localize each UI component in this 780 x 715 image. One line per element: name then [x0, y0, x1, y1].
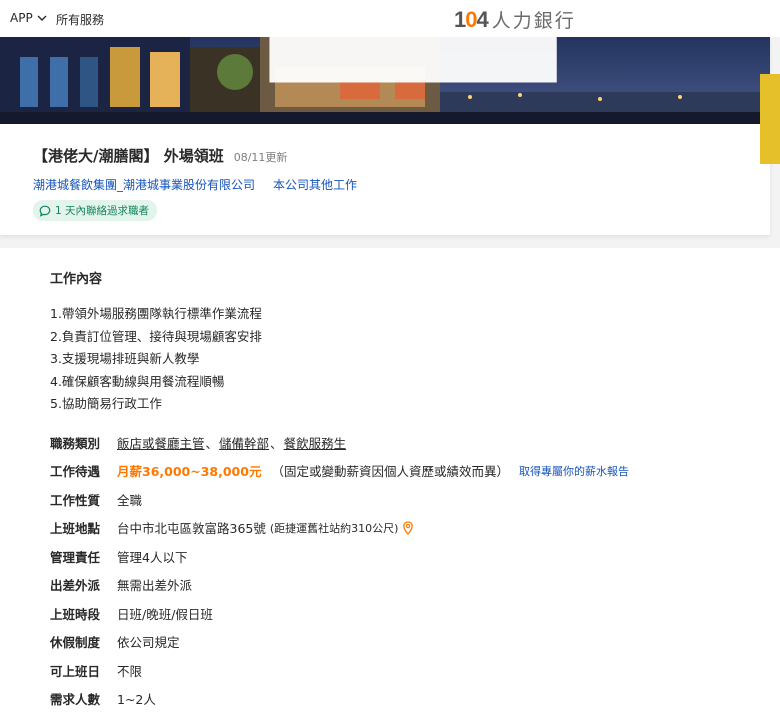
section-title: 工作內容 [50, 272, 103, 287]
chat-bubble-icon [39, 205, 51, 217]
info-row-vacation: 休假制度 依公司規定 [50, 628, 629, 657]
shift-label: 上班時段 [50, 606, 101, 622]
top-navigation-bar: APP 所有服務 104 人力銀行 [0, 0, 780, 37]
all-services-link[interactable]: 所有服務 [56, 11, 104, 28]
category-link[interactable]: 儲備幹部 [219, 433, 269, 452]
travel-value: 無需出差外派 [117, 578, 193, 594]
update-date: 08/11更新 [233, 151, 288, 164]
contact-badge-text: 1 天內聯絡過求職者 [55, 205, 150, 217]
logo-text: 人力銀行 [491, 10, 576, 32]
start-date-label: 可上班日 [50, 663, 101, 679]
info-row-headcount: 需求人數 1~2人 [50, 685, 629, 714]
category-separator: 、 [205, 435, 219, 451]
info-row-salary: 工作待遇 月薪36,000~38,000元 （固定或變動薪資因個人資歷或績效而異… [50, 457, 629, 486]
category-separator: 、 [270, 435, 283, 451]
job-description-list: 1.帶領外場服務團隊執行標準作業流程 2.負責訂位管理、接待與現場顧客安排 3.… [50, 303, 262, 416]
description-item: 4.確保顧客動線與用餐流程順暢 [50, 373, 225, 389]
description-item: 5.協助簡易行政工作 [50, 396, 162, 411]
info-row-job-type: 工作性質 全職 [50, 485, 629, 514]
map-pin-icon[interactable] [402, 521, 414, 535]
info-row-start-date: 可上班日 不限 [50, 656, 629, 685]
category-link[interactable]: 飯店或餐廳主管 [117, 433, 205, 452]
location-note: (距捷運舊社站約310公尺) [269, 521, 399, 535]
travel-label: 出差外派 [50, 578, 101, 594]
site-logo[interactable]: 104 人力銀行 [454, 6, 576, 33]
job-header-card: ▆█▇▆█▇ 【港佬大/潮膳閣】 外場領班 08/11更新 潮港城餐飲集團_潮港… [0, 37, 780, 235]
job-content-card: 工作內容 1.帶領外場服務團隊執行標準作業流程 2.負責訂位管理、接待與現場顧客… [0, 248, 780, 715]
salary-label: 工作待遇 [50, 464, 101, 480]
category-label: 職務類別 [50, 435, 101, 451]
svg-text:▆█▇▆█▇: ▆█▇▆█▇ [269, 37, 557, 83]
headcount-label: 需求人數 [50, 692, 101, 708]
info-row-location: 上班地點 台中市北屯區敦富路365號 (距捷運舊社站約310公尺) [50, 514, 629, 543]
info-row-travel: 出差外派 無需出差外派 [50, 571, 629, 600]
salary-report-link[interactable]: 取得專屬你的薪水報告 [519, 463, 629, 479]
headcount-value: 1~2人 [117, 692, 156, 708]
description-item: 2.負責訂位管理、接待與現場顧客安排 [50, 328, 262, 344]
management-value: 管理4人以下 [117, 549, 188, 565]
app-menu[interactable]: APP [10, 11, 47, 25]
category-value: 飯店或餐廳主管 、 儲備幹部 、 餐飲服務生 [117, 433, 346, 452]
other-jobs-link[interactable]: 本公司其他工作 [273, 176, 357, 193]
info-row-category: 職務類別 飯店或餐廳主管 、 儲備幹部 、 餐飲服務生 [50, 428, 629, 457]
logo-number: 104 [454, 6, 489, 32]
job-info-table: 職務類別 飯店或餐廳主管 、 儲備幹部 、 餐飲服務生 工作待遇 月薪36,00… [50, 428, 629, 713]
vacation-label: 休假制度 [50, 635, 101, 651]
salary-value: 月薪36,000~38,000元 [117, 464, 262, 480]
banner-accent-strip [760, 74, 780, 164]
banner-illustration: ▆█▇▆█▇ [0, 37, 770, 124]
category-link[interactable]: 餐飲服務生 [284, 433, 347, 452]
contact-status-badge: 1 天內聯絡過求職者 [33, 200, 158, 221]
description-item: 1.帶領外場服務團隊執行標準作業流程 [50, 306, 262, 321]
info-row-management: 管理責任 管理4人以下 [50, 542, 629, 571]
chevron-down-icon [37, 15, 47, 21]
job-type-label: 工作性質 [50, 492, 101, 508]
job-type-value: 全職 [117, 492, 143, 508]
company-row: 潮港城餐飲集團_潮港城事業股份有限公司 本公司其他工作 [33, 176, 357, 193]
job-title: 【港佬大/潮膳閣】 外場領班 [33, 147, 224, 165]
info-row-shift: 上班時段 日班/晚班/假日班 [50, 599, 629, 628]
company-banner-image: ▆█▇▆█▇ [0, 37, 770, 124]
start-date-value: 不限 [117, 663, 143, 679]
shift-value: 日班/晚班/假日班 [117, 606, 213, 622]
job-title-row: 【港佬大/潮膳閣】 外場領班 08/11更新 [33, 145, 287, 166]
location-value: 台中市北屯區敦富路365號 [117, 521, 266, 537]
vacation-value: 依公司規定 [117, 635, 180, 651]
app-menu-label: APP [10, 11, 33, 25]
salary-value-group: 月薪36,000~38,000元 （固定或變動薪資因個人資歷或績效而異） 取得專… [117, 461, 629, 480]
company-name-link[interactable]: 潮港城餐飲集團_潮港城事業股份有限公司 [33, 176, 255, 193]
location-label: 上班地點 [50, 521, 101, 537]
description-item: 3.支援現場排班與新人教學 [50, 351, 200, 366]
salary-note: （固定或變動薪資因個人資歷或績效而異） [271, 464, 509, 480]
management-label: 管理責任 [50, 549, 101, 565]
location-value-group: 台中市北屯區敦富路365號 (距捷運舊社站約310公尺) [117, 518, 414, 537]
